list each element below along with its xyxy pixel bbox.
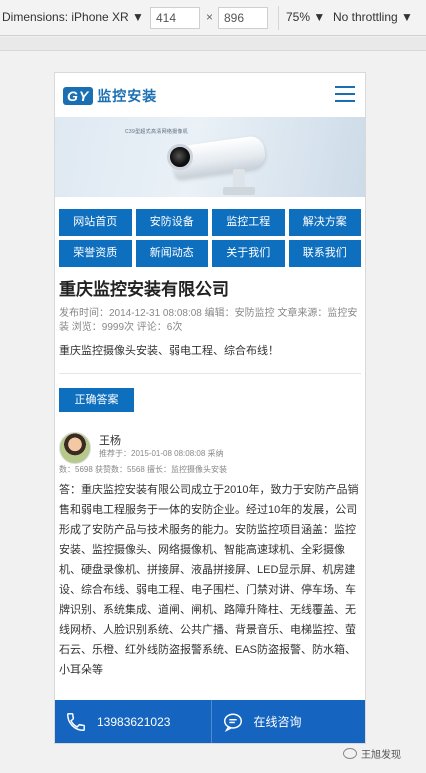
site-header: GY 监控安装 bbox=[55, 73, 365, 117]
nav-item-solutions[interactable]: 解决方案 bbox=[288, 209, 361, 236]
device-select[interactable]: Dimensions: iPhone XR ▼ bbox=[2, 10, 144, 24]
watermark-text: 王旭发现 bbox=[361, 750, 401, 761]
correct-answer-button[interactable]: 正确答案 bbox=[59, 388, 134, 412]
call-button[interactable]: 13983621023 bbox=[55, 700, 211, 743]
chat-icon bbox=[223, 712, 242, 732]
nav-item-contact[interactable]: 联系我们 bbox=[288, 240, 361, 267]
nav-item-about[interactable]: 关于我们 bbox=[212, 240, 285, 267]
main-nav: 网站首页 安防设备 监控工程 解决方案 荣誉资质 新闻动态 关于我们 联系我们 bbox=[55, 197, 365, 271]
zoom-select[interactable]: 75% ▼ bbox=[286, 10, 325, 24]
media-query-ruler bbox=[0, 37, 426, 51]
article-meta: 发布时间：2014-12-31 08:08:08 编辑：安防监控 文章来源：监控… bbox=[59, 308, 358, 333]
answer-text: 答：重庆监控安装有限公司成立于2010年，致力于安防产品销售和弱电工程服务于一体… bbox=[59, 484, 359, 676]
camera-lens-icon bbox=[167, 144, 193, 170]
section-divider bbox=[59, 373, 361, 374]
avatar[interactable] bbox=[59, 432, 91, 464]
bottom-action-bar: 13983621023 在线咨询 bbox=[55, 700, 366, 743]
article-title: 重庆监控安装有限公司 bbox=[59, 280, 229, 299]
nav-item-news[interactable]: 新闻动态 bbox=[135, 240, 208, 267]
online-chat-button[interactable]: 在线咨询 bbox=[210, 700, 366, 743]
width-input[interactable]: 414 bbox=[150, 7, 200, 29]
phone-number: 13983621023 bbox=[97, 714, 171, 729]
answerer-info: 王杨 推荐于：2015-01-08 08:08:08 采纳 数：5698 获赞数… bbox=[55, 428, 365, 480]
answerer-stats: 数：5698 获赞数：5568 擅长：监控摄像头安装 bbox=[59, 465, 228, 474]
throttle-select[interactable]: No throttling ▼ bbox=[333, 10, 413, 24]
banner-caption: C39型超式高清网络摄像机 bbox=[125, 129, 189, 135]
nav-item-engineering[interactable]: 监控工程 bbox=[212, 209, 285, 236]
recommend-info: 推荐于：2015-01-08 08:08:08 采纳 bbox=[99, 449, 224, 458]
toolbar-divider bbox=[278, 6, 279, 30]
watermark: 王旭发现 bbox=[343, 746, 401, 761]
camera-base bbox=[223, 187, 255, 195]
hero-banner[interactable]: C39型超式高清网络摄像机 bbox=[55, 117, 365, 197]
answerer-name[interactable]: 王杨 bbox=[99, 432, 121, 448]
hamburger-icon[interactable] bbox=[335, 86, 355, 102]
height-input[interactable]: 896 bbox=[218, 7, 268, 29]
wechat-icon bbox=[343, 748, 357, 759]
logo-text: 监控安装 bbox=[97, 88, 158, 104]
nav-item-honors[interactable]: 荣誉资质 bbox=[59, 240, 132, 267]
nav-item-home[interactable]: 网站首页 bbox=[59, 209, 132, 236]
article-summary: 重庆监控摄像头安装、弱电工程、综合布线！ bbox=[59, 345, 279, 357]
logo-badge: GY bbox=[63, 87, 94, 105]
devtools-toolbar: Dimensions: iPhone XR ▼ 414 × 896 75% ▼ … bbox=[0, 0, 426, 36]
phone-icon bbox=[67, 712, 85, 731]
times-separator: × bbox=[206, 10, 214, 24]
device-viewport: GY 监控安装 C39型超式高清网络摄像机 网站首页 安防设备 监控工程 解决方… bbox=[54, 72, 366, 744]
nav-item-equipment[interactable]: 安防设备 bbox=[135, 209, 208, 236]
chat-label: 在线咨询 bbox=[253, 715, 302, 729]
site-logo[interactable]: GY 监控安装 bbox=[63, 85, 157, 107]
